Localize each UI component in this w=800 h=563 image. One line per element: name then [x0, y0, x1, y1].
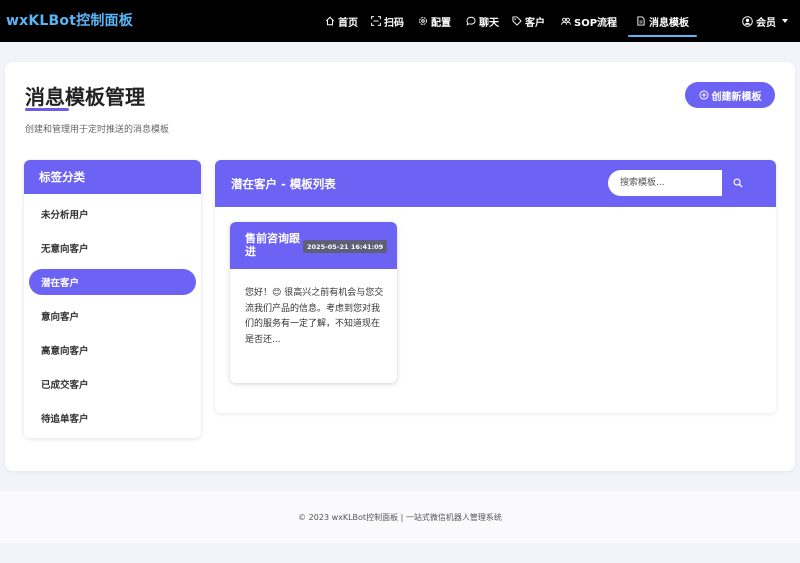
- page-footer: © 2023 wxKLBot控制面板 | 一站式微信机器人管理系统: [0, 491, 800, 543]
- nav-item-label: 扫码: [384, 17, 404, 29]
- title-underline: [25, 108, 69, 111]
- nav-item-customers[interactable]: 客户: [506, 6, 551, 36]
- template-card-header: 售前咨询跟进 2025-05-21 16:41:09: [230, 222, 397, 269]
- nav-item-chat[interactable]: 聊天: [460, 6, 505, 36]
- template-date-badge: 2025-05-21 16:41:09: [303, 240, 388, 253]
- nav-item-label: 消息模板: [649, 17, 689, 29]
- page-subtitle: 创建和管理用于定时推送的消息模板: [25, 125, 170, 135]
- template-name: 售前咨询跟进: [245, 232, 300, 258]
- nav-item-templates[interactable]: 消息模板: [628, 6, 697, 37]
- nav-item-scan[interactable]: 扫码: [365, 6, 410, 36]
- tag-icon: [512, 16, 522, 26]
- nav-item-config[interactable]: 配置: [412, 6, 457, 36]
- template-list-panel: 潜在客户 - 模板列表 售前咨询跟进 2025-05-21 16:41:09 您…: [215, 160, 776, 413]
- search-input[interactable]: [608, 170, 722, 196]
- sidebar-item-intent[interactable]: 意向客户: [29, 303, 196, 329]
- panel-header: 潜在客户 - 模板列表: [215, 160, 776, 207]
- sidebar-item-unanalyzed[interactable]: 未分析用户: [29, 201, 196, 227]
- main-content-card: 消息模板管理 创建和管理用于定时推送的消息模板 创建新模板 标签分类 未分析用户…: [5, 62, 795, 471]
- users-icon: [561, 17, 571, 25]
- nav-item-label: 聊天: [479, 17, 499, 29]
- home-icon: [325, 16, 335, 26]
- search-icon: [733, 178, 743, 188]
- nav-item-label: 客户: [525, 17, 545, 29]
- user-menu-label: 会员: [756, 17, 776, 29]
- nav-item-label: SOP流程: [574, 17, 618, 29]
- create-template-button[interactable]: 创建新模板: [685, 82, 775, 108]
- sidebar-header: 标签分类: [24, 160, 201, 194]
- create-template-label: 创建新模板: [711, 91, 762, 103]
- sidebar-item-closed[interactable]: 已成交客户: [29, 371, 196, 397]
- nav-item-label: 配置: [431, 17, 451, 29]
- template-preview: 您好！😊 很高兴之前有机会与您交流我们产品的信息。考虑到您对我们的服务有一定了解…: [245, 288, 384, 345]
- footer-text: © 2023 wxKLBot控制面板 | 一站式微信机器人管理系统: [298, 512, 502, 522]
- scan-icon: [371, 16, 381, 26]
- top-navbar: wxKLBot控制面板 首页 扫码 配置 聊天 客户 SOP流程 消息模板 会员: [0, 0, 800, 42]
- nav-item-label: 首页: [338, 17, 358, 29]
- panel-title: 潜在客户 - 模板列表: [231, 177, 336, 191]
- plus-circle-icon: [698, 90, 709, 100]
- chevron-down-icon: [782, 19, 788, 23]
- sidebar-item-no-intent[interactable]: 无意向客户: [29, 235, 196, 261]
- user-circle-icon: [742, 15, 753, 27]
- sidebar-item-potential[interactable]: 潜在客户: [29, 269, 196, 295]
- gear-icon: [419, 17, 427, 25]
- file-icon: [637, 16, 645, 26]
- nav-item-sop[interactable]: SOP流程: [555, 6, 623, 36]
- brand-logo[interactable]: wxKLBot控制面板: [6, 10, 133, 30]
- chat-icon: [466, 16, 476, 26]
- user-menu[interactable]: 会员: [742, 0, 788, 42]
- tag-category-sidebar: 标签分类 未分析用户 无意向客户 潜在客户 意向客户 高意向客户 已成交客户 待…: [24, 160, 201, 438]
- sidebar-item-high-intent[interactable]: 高意向客户: [29, 337, 196, 363]
- page-title: 消息模板管理: [25, 85, 145, 109]
- template-card[interactable]: 售前咨询跟进 2025-05-21 16:41:09 您好！😊 很高兴之前有机会…: [230, 222, 397, 383]
- search-button[interactable]: [722, 170, 754, 196]
- nav-item-home[interactable]: 首页: [319, 6, 364, 36]
- sidebar-item-follow-up[interactable]: 待追单客户: [29, 405, 196, 431]
